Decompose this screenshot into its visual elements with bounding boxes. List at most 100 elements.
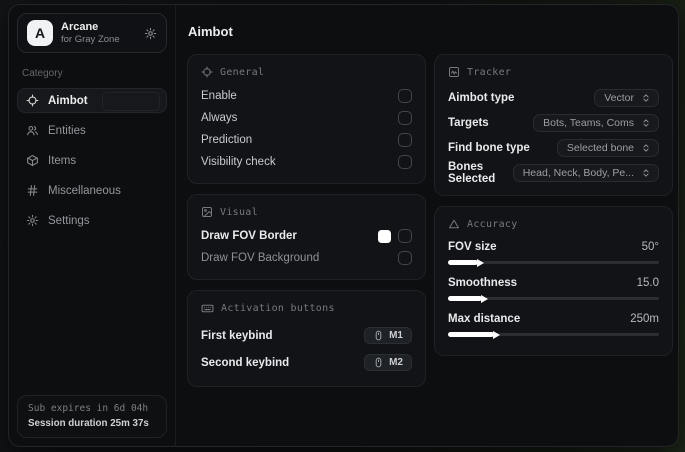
prediction-checkbox[interactable]	[398, 133, 412, 147]
setting-label: Targets	[448, 116, 489, 129]
slider-row-fov-size: FOV size 50°	[448, 237, 659, 256]
setting-label: Draw FOV Border	[201, 230, 297, 242]
targets-dropdown[interactable]: Bots, Teams, Coms	[533, 113, 659, 132]
card-title: Activation buttons	[221, 303, 335, 314]
sidebar-item-entities[interactable]: Entities	[17, 118, 167, 143]
setting-label: Always	[201, 112, 238, 124]
tracker-card: Tracker Aimbot type Vector Targets Bots,…	[434, 54, 673, 196]
category-label: Category	[22, 68, 63, 79]
chevrons-up-down-icon	[641, 118, 651, 128]
setting-label: Enable	[201, 90, 237, 102]
setting-row-aimbot-type: Aimbot type Vector	[448, 85, 659, 110]
smoothness-value: 15.0	[636, 276, 659, 289]
triangle-icon	[448, 218, 460, 230]
setting-label: Aimbot type	[448, 91, 515, 104]
fov-size-value: 50°	[641, 240, 659, 253]
activation-card-header: Activation buttons	[201, 302, 412, 315]
gear-icon[interactable]	[144, 27, 157, 40]
setting-row-second-keybind: Second keybind M2	[201, 349, 412, 376]
slider-fill	[448, 332, 495, 337]
enable-checkbox[interactable]	[398, 89, 412, 103]
sidebar-item-label: Entities	[48, 124, 86, 137]
app-name: Arcane	[61, 20, 99, 33]
chevrons-up-down-icon	[641, 168, 651, 178]
sidebar-item-label: Items	[48, 154, 77, 167]
smoothness-slider[interactable]	[448, 296, 659, 301]
visual-card: Visual Draw FOV Border Draw FOV Backgrou…	[187, 194, 426, 280]
card-title: General	[220, 66, 265, 78]
chevrons-up-down-icon	[641, 143, 651, 153]
accuracy-card-header: Accuracy	[448, 218, 659, 230]
draw-fov-background-checkbox[interactable]	[398, 251, 412, 265]
page-title: Aimbot	[188, 24, 233, 39]
slider-row-max-distance: Max distance 250m	[448, 309, 659, 328]
setting-label: First keybind	[201, 329, 273, 342]
sub-expires-text: Sub expires in 6d 04h	[28, 403, 149, 414]
setting-row-enable: Enable	[201, 85, 412, 107]
card-title: Accuracy	[467, 218, 518, 230]
dropdown-value: Selected bone	[566, 141, 634, 154]
brand-card: A Arcane for Gray Zone	[17, 13, 167, 53]
setting-row-draw-fov-background: Draw FOV Background	[201, 247, 412, 269]
brand-text: Arcane for Gray Zone	[61, 21, 120, 46]
setting-label: Draw FOV Background	[201, 252, 320, 264]
setting-label: Max distance	[448, 312, 521, 325]
sidebar-item-aimbot[interactable]: Aimbot	[17, 88, 167, 113]
second-keybind-button[interactable]: M2	[364, 354, 412, 371]
bones-selected-dropdown[interactable]: Head, Neck, Body, Pe...	[512, 163, 659, 182]
activity-icon	[448, 66, 460, 78]
users-icon	[26, 124, 39, 137]
subscription-info-card: Sub expires in 6d 04h Session duration 2…	[17, 395, 167, 438]
accuracy-card: Accuracy FOV size 50° Smoothness 15.0 Ma…	[434, 206, 673, 356]
activation-buttons-card: Activation buttons First keybind M1 Seco…	[187, 290, 426, 387]
setting-label: Bones Selected	[448, 160, 496, 185]
dropdown-value: Bots, Teams, Coms	[543, 116, 634, 129]
sidebar-item-miscellaneous[interactable]: Miscellaneous	[17, 178, 167, 203]
mouse-icon	[373, 330, 384, 341]
setting-row-find-bone-type: Find bone type Selected bone	[448, 135, 659, 160]
hash-icon	[26, 184, 39, 197]
setting-row-visibility-check: Visibility check	[201, 151, 412, 173]
image-icon	[201, 206, 213, 218]
setting-row-always: Always	[201, 107, 412, 129]
sidebar-item-items[interactable]: Items	[17, 148, 167, 173]
sidebar-item-label: Aimbot	[48, 94, 88, 107]
first-keybind-button[interactable]: M1	[364, 327, 412, 344]
crosshair-icon	[26, 94, 39, 107]
sidebar-item-settings[interactable]: Settings	[17, 208, 167, 233]
keybind-value: M1	[389, 330, 403, 341]
slider-fill	[448, 296, 482, 301]
crosshair-icon	[201, 66, 213, 78]
always-checkbox[interactable]	[398, 111, 412, 125]
app-window: A Arcane for Gray Zone Category Aimbot E…	[8, 4, 679, 447]
aimbot-type-dropdown[interactable]: Vector	[594, 88, 659, 107]
sidebar-nav: Aimbot Entities Items Miscellaneous Sett…	[17, 88, 167, 233]
tracker-card-header: Tracker	[448, 66, 659, 78]
visual-card-header: Visual	[201, 206, 412, 218]
package-icon	[26, 154, 39, 167]
left-column: General Enable Always Prediction Visibil…	[187, 54, 426, 387]
right-column: Tracker Aimbot type Vector Targets Bots,…	[434, 54, 673, 387]
visibility-check-checkbox[interactable]	[398, 155, 412, 169]
setting-label: Find bone type	[448, 141, 530, 154]
session-duration-text: Session duration 25m 37s	[28, 418, 149, 429]
draw-fov-border-checkbox[interactable]	[398, 229, 412, 243]
setting-label: Smoothness	[448, 276, 518, 289]
setting-row-draw-fov-border: Draw FOV Border	[201, 225, 412, 247]
setting-row-first-keybind: First keybind M1	[201, 322, 412, 349]
slider-fill	[448, 260, 478, 265]
setting-label: FOV size	[448, 240, 497, 253]
sidebar-item-label: Settings	[48, 214, 90, 227]
max-distance-slider[interactable]	[448, 332, 659, 337]
setting-row-targets: Targets Bots, Teams, Coms	[448, 110, 659, 135]
fov-size-slider[interactable]	[448, 260, 659, 265]
find-bone-type-dropdown[interactable]: Selected bone	[556, 138, 659, 157]
dropdown-value: Head, Neck, Body, Pe...	[522, 166, 634, 179]
setting-label: Visibility check	[201, 156, 276, 168]
keybind-value: M2	[389, 357, 403, 368]
app-logo: A	[27, 20, 53, 46]
setting-row-bones-selected: Bones Selected Head, Neck, Body, Pe...	[448, 160, 659, 185]
fov-border-color-swatch[interactable]	[378, 229, 391, 243]
main-content: Aimbot General Enable Always Prediction …	[176, 5, 678, 446]
setting-label: Prediction	[201, 134, 253, 146]
